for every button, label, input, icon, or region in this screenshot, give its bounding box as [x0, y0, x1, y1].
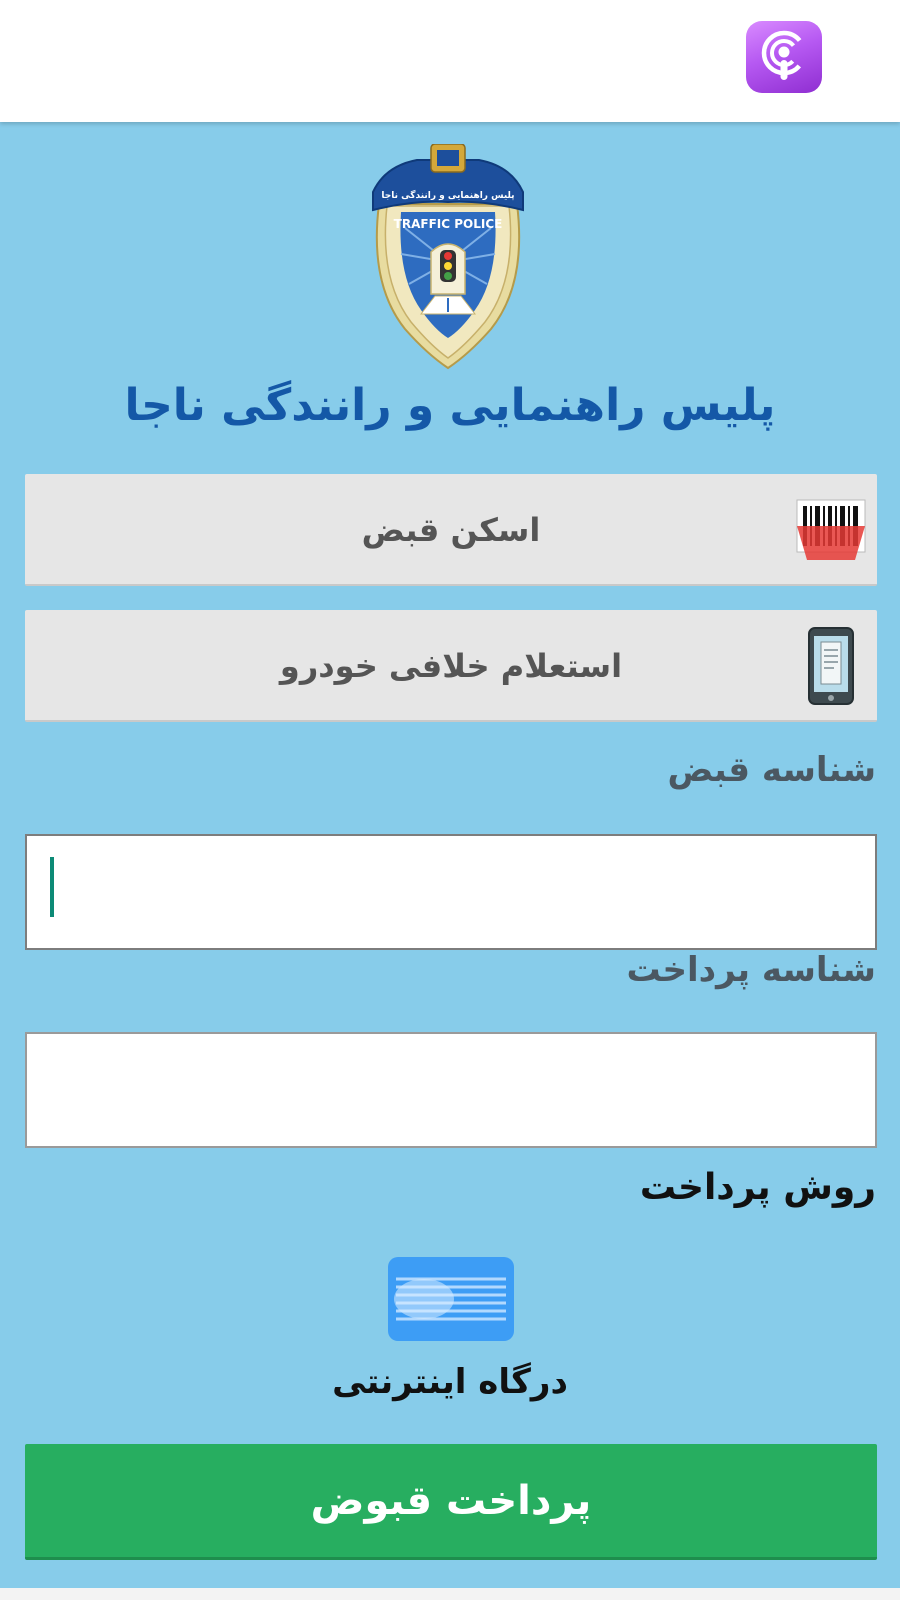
text-caret — [50, 857, 54, 917]
barcode-scan-icon — [795, 496, 867, 568]
emblem-text-en: TRAFFIC POLICE — [394, 217, 503, 231]
bill-id-label: شناسه قبض — [667, 750, 877, 790]
scan-receipt-label: اسکن قبض — [361, 511, 541, 549]
bill-id-input[interactable] — [25, 834, 877, 950]
podcast-icon[interactable] — [746, 21, 822, 93]
payment-method-label: روش پرداخت — [639, 1167, 876, 1208]
scan-receipt-button[interactable]: اسکن قبض — [25, 474, 877, 586]
vehicle-violation-inquiry-button[interactable]: استعلام خلافی خودرو — [25, 610, 877, 722]
emblem-text-top: پلیس راهنمایی و رانندگی ناجا — [381, 189, 514, 201]
mobile-receipt-icon — [807, 626, 855, 710]
page-title: پلیس راهنمایی و رانندگی ناجا — [124, 380, 776, 431]
pay-bills-button[interactable]: پرداخت قبوض — [25, 1444, 877, 1560]
payment-id-label: شناسه پرداخت — [626, 950, 877, 990]
bank-card-icon[interactable] — [388, 1257, 514, 1341]
traffic-police-emblem: پلیس راهنمایی و رانندگی ناجا TRAFFIC POL… — [372, 144, 524, 370]
main-content: پلیس راهنمایی و رانندگی ناجا TRAFFIC POL… — [0, 122, 900, 1588]
top-app-bar — [0, 0, 900, 122]
vehicle-violation-inquiry-label: استعلام خلافی خودرو — [279, 647, 623, 685]
internet-gateway-label: درگاه اینترنتی — [332, 1362, 568, 1402]
payment-id-input[interactable] — [25, 1032, 877, 1148]
